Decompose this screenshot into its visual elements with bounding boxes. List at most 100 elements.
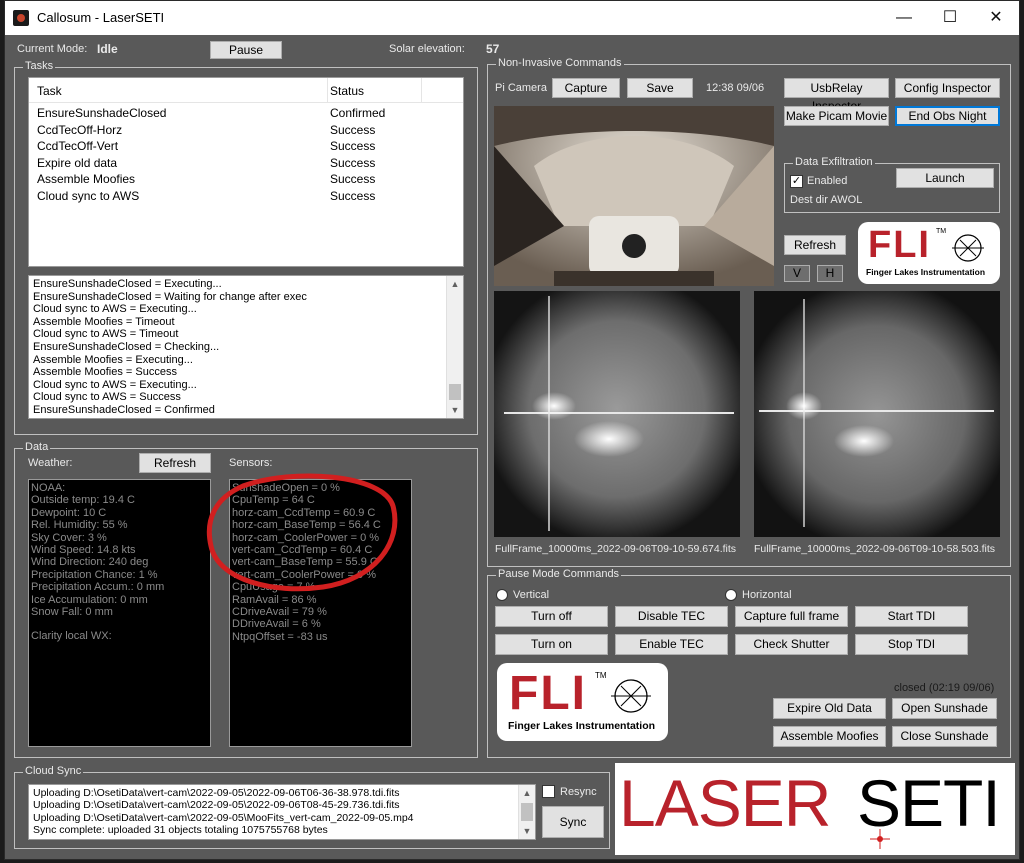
vertical-radio[interactable] bbox=[496, 589, 508, 601]
task-status-cell: Success bbox=[330, 189, 376, 203]
weather-line: Wind Direction: 240 deg bbox=[31, 556, 149, 569]
picam-save-button[interactable]: Save bbox=[627, 78, 693, 98]
task-status-cell: Confirmed bbox=[330, 106, 386, 120]
fli-logo-text: FLI bbox=[868, 224, 931, 266]
horizontal-radio[interactable] bbox=[725, 589, 737, 601]
sync-log-line: Uploading D:\OsetiData\vert-cam\2022-09-… bbox=[33, 787, 400, 799]
config-inspector-button[interactable]: Config Inspector bbox=[895, 78, 1000, 98]
close-icon[interactable]: ✕ bbox=[973, 1, 1019, 35]
sync-button[interactable]: Sync bbox=[542, 806, 604, 838]
fli-logo-large: FLI TM Finger Lakes Instrumentation bbox=[497, 663, 668, 741]
cloud-sync-scrollbar[interactable]: ▲ ▼ bbox=[518, 785, 535, 839]
table-row[interactable]: CcdTecOff-Vert Success bbox=[29, 137, 463, 153]
h-toggle-button[interactable]: H bbox=[817, 265, 843, 282]
make-picam-movie-button[interactable]: Make Picam Movie bbox=[784, 106, 889, 126]
fli-star-icon bbox=[952, 234, 984, 262]
expire-old-data-button[interactable]: Expire Old Data bbox=[773, 698, 886, 719]
camera-refresh-button[interactable]: Refresh bbox=[784, 235, 846, 255]
capture-full-frame-button[interactable]: Capture full frame bbox=[735, 606, 848, 627]
weather-line: Sky Cover: 3 % bbox=[31, 531, 107, 544]
window-title: Callosum - LaserSETI bbox=[37, 10, 165, 25]
resync-checkbox[interactable] bbox=[542, 785, 555, 798]
weather-line: Wind Speed: 14.8 kts bbox=[31, 544, 136, 557]
scroll-up-icon[interactable]: ▲ bbox=[519, 785, 535, 801]
fli-star-icon bbox=[611, 679, 651, 713]
pi-camera-label: Pi Camera bbox=[495, 82, 547, 94]
task-name-cell: CcdTecOff-Vert bbox=[37, 139, 119, 154]
close-sunshade-button[interactable]: Close Sunshade bbox=[892, 726, 997, 747]
exfil-launch-button[interactable]: Launch bbox=[896, 168, 994, 188]
title-bar: Callosum - LaserSETI — ☐ ✕ bbox=[5, 1, 1019, 35]
data-exfiltration-label: Data Exfiltration bbox=[793, 156, 875, 168]
cloud-sync-log[interactable]: Uploading D:\OsetiData\vert-cam\2022-09-… bbox=[28, 784, 536, 840]
assemble-moofies-button[interactable]: Assemble Moofies bbox=[773, 726, 886, 747]
task-status-cell: Success bbox=[330, 155, 376, 170]
log-line: EnsureSunshadeClosed = Executing... bbox=[33, 278, 222, 290]
scroll-thumb[interactable] bbox=[521, 803, 533, 821]
scroll-down-icon[interactable]: ▼ bbox=[447, 402, 463, 418]
fli-logo-text: FLI bbox=[509, 667, 587, 720]
table-row[interactable]: Assemble Moofies Success bbox=[29, 170, 463, 186]
data-refresh-button[interactable]: Refresh bbox=[139, 453, 211, 473]
picam-image-graphic bbox=[494, 106, 774, 286]
task-log-scrollbar[interactable]: ▲ ▼ bbox=[446, 276, 463, 418]
weather-line: Clarity local WX: bbox=[31, 630, 112, 643]
scroll-thumb[interactable] bbox=[449, 384, 461, 400]
tasks-group-label: Tasks bbox=[23, 60, 56, 72]
end-obs-night-button[interactable]: End Obs Night bbox=[895, 106, 1000, 126]
sensor-line: CDriveAvail = 79 % bbox=[232, 606, 327, 619]
minimize-icon[interactable]: — bbox=[881, 1, 927, 35]
picam-capture-button[interactable]: Capture bbox=[552, 78, 620, 98]
task-status-cell: Success bbox=[330, 172, 376, 187]
usbrelay-inspector-button[interactable]: UsbRelay Inspector bbox=[784, 78, 889, 113]
task-column-header[interactable]: Task bbox=[37, 84, 62, 98]
stop-tdi-button[interactable]: Stop TDI bbox=[855, 634, 968, 655]
open-sunshade-button[interactable]: Open Sunshade bbox=[892, 698, 997, 719]
table-row[interactable]: EnsureSunshadeClosed Confirmed bbox=[29, 104, 463, 120]
disable-tec-button[interactable]: Disable TEC bbox=[615, 606, 728, 627]
task-status-cell: Success bbox=[330, 122, 376, 137]
check-shutter-button[interactable]: Check Shutter bbox=[735, 634, 848, 655]
pause-button[interactable]: Pause bbox=[210, 41, 282, 59]
turn-on-button[interactable]: Turn on bbox=[495, 634, 608, 655]
weather-line: Outside temp: 19.4 C bbox=[31, 494, 135, 507]
status-column-header[interactable]: Status bbox=[330, 84, 364, 98]
log-line: Assemble Moofies = Executing... bbox=[33, 353, 193, 366]
weather-line: Rel. Humidity: 55 % bbox=[31, 519, 128, 532]
weather-line: Dewpoint: 10 C bbox=[31, 506, 107, 519]
column-divider bbox=[327, 78, 328, 102]
cloud-sync-log-text: Uploading D:\OsetiData\vert-cam\2022-09-… bbox=[33, 787, 414, 837]
fli-subtitle: Finger Lakes Instrumentation bbox=[508, 720, 656, 732]
task-name-cell: Expire old data bbox=[37, 155, 118, 170]
task-name-cell: Assemble Moofies bbox=[37, 172, 136, 187]
weather-line: NOAA: bbox=[31, 482, 66, 494]
enable-tec-button[interactable]: Enable TEC bbox=[615, 634, 728, 655]
scroll-up-icon[interactable]: ▲ bbox=[447, 276, 463, 292]
sync-log-line: Uploading D:\OsetiData\vert-cam\2022-09-… bbox=[33, 799, 400, 812]
task-log[interactable]: EnsureSunshadeClosed = Executing... Ensur… bbox=[28, 275, 464, 419]
sensor-line: DDriveAvail = 6 % bbox=[232, 618, 321, 631]
sync-log-line: Uploading D:\OsetiData\vert-cam\2022-09-… bbox=[33, 811, 414, 824]
sync-log-line: Sync complete: uploaded 31 objects total… bbox=[33, 824, 328, 837]
horz-frame-image bbox=[494, 291, 740, 537]
table-row[interactable]: Cloud sync to AWS Success bbox=[29, 187, 463, 203]
log-line: Assemble Moofies = Timeout bbox=[33, 315, 175, 328]
vertical-radio-label: Vertical bbox=[513, 589, 550, 601]
sensor-line: NtpqOffset = -83 us bbox=[232, 630, 328, 643]
fli-tm: TM bbox=[595, 671, 607, 680]
weather-label: Weather: bbox=[28, 457, 73, 469]
turn-off-button[interactable]: Turn off bbox=[495, 606, 608, 627]
log-line: EnsureSunshadeClosed = Waiting for chang… bbox=[33, 290, 307, 303]
maximize-icon[interactable]: ☐ bbox=[927, 1, 973, 35]
start-tdi-button[interactable]: Start TDI bbox=[855, 606, 968, 627]
exfil-enabled-checkbox[interactable]: ✓ bbox=[790, 175, 803, 188]
scroll-down-icon[interactable]: ▼ bbox=[519, 823, 535, 839]
sunshade-status: closed (02:19 09/06) bbox=[894, 682, 995, 694]
fli-logo: FLI TM Finger Lakes Instrumentation bbox=[858, 222, 1000, 284]
weather-line bbox=[31, 618, 208, 630]
table-row[interactable]: Expire old data Success bbox=[29, 154, 463, 170]
log-line: Cloud sync to AWS = Timeout bbox=[33, 328, 179, 341]
table-row[interactable]: CcdTecOff-Horz Success bbox=[29, 121, 463, 137]
exfil-enabled-label: Enabled bbox=[807, 175, 848, 187]
v-toggle-button[interactable]: V bbox=[784, 265, 810, 282]
